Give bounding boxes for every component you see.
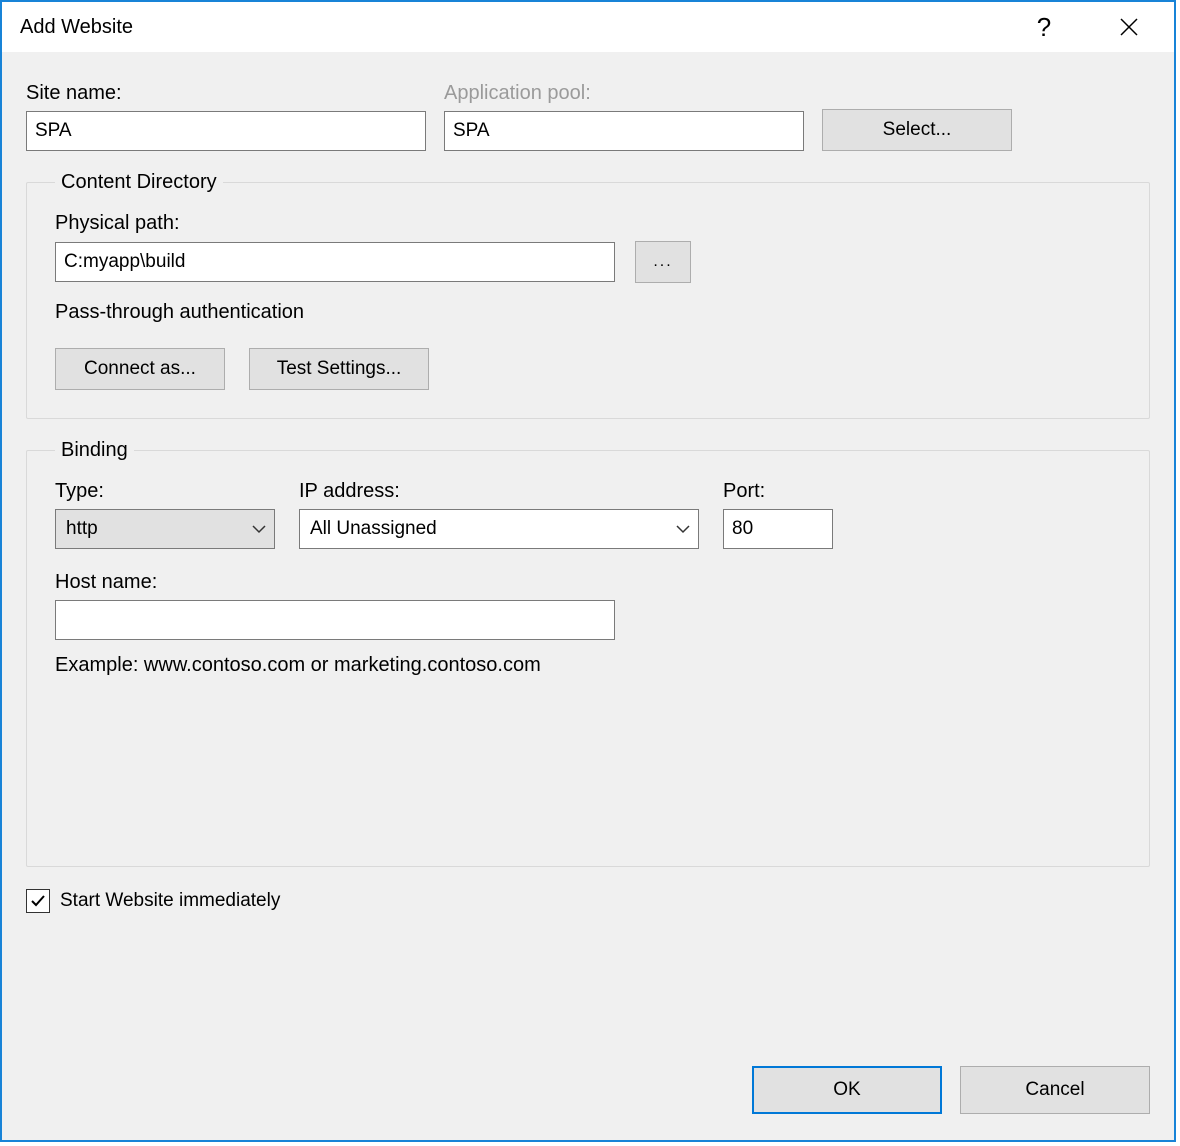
content-directory-legend: Content Directory: [55, 171, 223, 194]
binding-port-label: Port:: [723, 480, 833, 503]
content-directory-group: Content Directory Physical path: ... Pas…: [26, 171, 1150, 419]
binding-ip-select[interactable]: All Unassigned: [299, 509, 699, 549]
binding-ip-value: All Unassigned: [310, 518, 437, 540]
binding-example-text: Example: www.contoso.com or marketing.co…: [55, 654, 1121, 677]
chevron-down-icon: [252, 524, 266, 534]
dialog-content: Site name: Application pool: Select... C…: [2, 52, 1174, 1140]
dialog-footer: OK Cancel: [752, 1066, 1150, 1114]
binding-type-label: Type:: [55, 480, 275, 503]
select-app-pool-button[interactable]: Select...: [822, 109, 1012, 151]
cancel-button[interactable]: Cancel: [960, 1066, 1150, 1114]
site-row: Site name: Application pool: Select...: [26, 82, 1150, 151]
start-immediately-checkbox[interactable]: [26, 889, 50, 913]
binding-ip-label: IP address:: [299, 480, 699, 503]
browse-path-button[interactable]: ...: [635, 241, 691, 283]
binding-port-input[interactable]: [723, 509, 833, 549]
passthrough-auth-label: Pass-through authentication: [55, 301, 1121, 324]
titlebar: Add Website ?: [2, 2, 1174, 52]
binding-group: Binding Type: http IP address: All Unass…: [26, 439, 1150, 867]
dialog-title: Add Website: [20, 16, 1004, 39]
test-settings-button[interactable]: Test Settings...: [249, 348, 429, 390]
connect-as-button[interactable]: Connect as...: [55, 348, 225, 390]
checkmark-icon: [30, 893, 46, 909]
start-immediately-label: Start Website immediately: [60, 890, 280, 912]
site-name-label: Site name:: [26, 82, 426, 105]
app-pool-label: Application pool:: [444, 82, 804, 105]
ellipsis-icon: ...: [653, 253, 672, 271]
close-button[interactable]: [1084, 2, 1174, 52]
start-immediately-row[interactable]: Start Website immediately: [26, 889, 1150, 913]
binding-legend: Binding: [55, 439, 134, 462]
binding-type-value: http: [66, 518, 98, 540]
help-button[interactable]: ?: [1004, 2, 1084, 52]
ok-button[interactable]: OK: [752, 1066, 942, 1114]
binding-type-select[interactable]: http: [55, 509, 275, 549]
app-pool-input: [444, 111, 804, 151]
help-icon: ?: [1037, 12, 1051, 43]
physical-path-input[interactable]: [55, 242, 615, 282]
dialog-add-website: Add Website ? Site name: Application poo…: [0, 0, 1176, 1142]
close-icon: [1119, 17, 1139, 37]
binding-host-input[interactable]: [55, 600, 615, 640]
binding-host-label: Host name:: [55, 571, 1121, 594]
physical-path-label: Physical path:: [55, 212, 1121, 235]
chevron-down-icon: [676, 524, 690, 534]
site-name-input[interactable]: [26, 111, 426, 151]
